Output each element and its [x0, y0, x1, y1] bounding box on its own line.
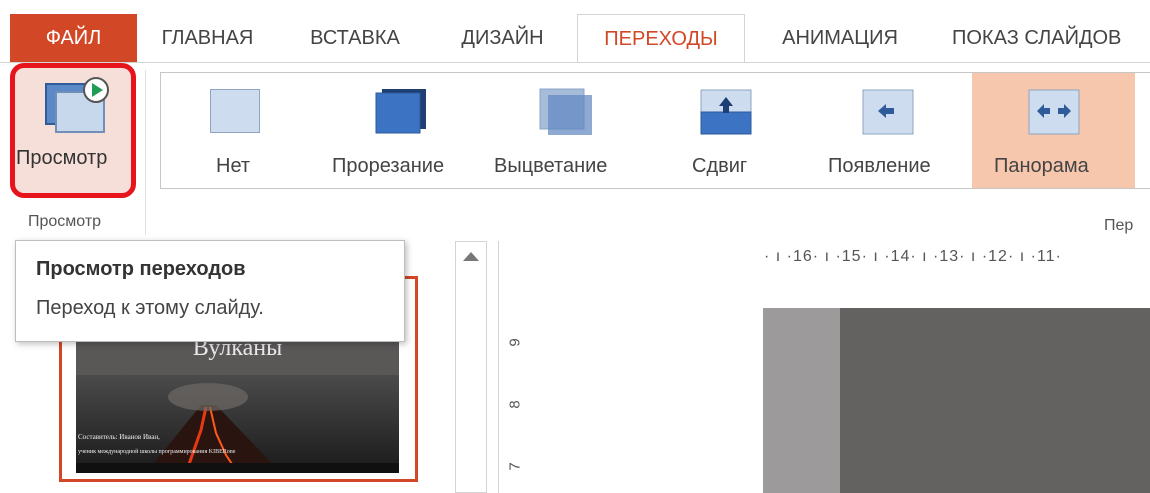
- transition-split[interactable]: Панорама: [972, 73, 1135, 188]
- wipe-transition-icon: [862, 89, 914, 135]
- transition-fade[interactable]: Выцветание: [492, 73, 638, 188]
- preview-button-label: Просмотр: [16, 147, 108, 169]
- transition-label: Сдвиг: [692, 155, 748, 177]
- tooltip-description: Переход к этому слайду.: [36, 297, 264, 319]
- tab-insert[interactable]: ВСТАВКА: [290, 14, 420, 62]
- thumbnail-subtitle: ученик международной школы программирова…: [78, 449, 236, 455]
- tab-home[interactable]: ГЛАВНАЯ: [145, 14, 270, 62]
- preview-icon: [45, 77, 109, 133]
- group-separator: [145, 70, 146, 235]
- slides-scrollbar[interactable]: [455, 241, 487, 493]
- ruler-tick: 7: [506, 462, 524, 471]
- transition-label: Выцветание: [494, 155, 608, 177]
- ruler-tick: 9: [506, 338, 524, 347]
- cut-transition-icon: [375, 89, 426, 134]
- push-transition-icon: [700, 89, 752, 135]
- tab-slideshow[interactable]: ПОКАЗ СЛАЙДОВ: [940, 14, 1150, 62]
- transition-wipe[interactable]: Появление: [822, 73, 958, 188]
- thumbnail-author: Составитель: Иванов Иван,: [78, 433, 160, 441]
- transitions-group-label: Пер: [1104, 217, 1134, 234]
- preview-group-label: Просмотр: [28, 213, 102, 230]
- transition-none[interactable]: Нет: [178, 73, 294, 188]
- tooltip-title: Просмотр переходов: [36, 258, 246, 280]
- volcano-image: [76, 375, 399, 473]
- split-transition-icon: [1028, 89, 1080, 135]
- transition-label: Панорама: [994, 155, 1089, 177]
- slide-side-strip: [763, 308, 840, 493]
- tab-animation[interactable]: АНИМАЦИЯ: [755, 14, 925, 62]
- scroll-up-arrow-icon[interactable]: [463, 252, 479, 261]
- transition-cut[interactable]: Прорезание: [326, 73, 474, 188]
- tab-design[interactable]: ДИЗАЙН: [440, 14, 565, 62]
- tab-file[interactable]: ФАЙЛ: [10, 14, 137, 62]
- tooltip: [15, 240, 405, 342]
- transition-label: Прорезание: [332, 155, 445, 177]
- transition-label: Появление: [828, 155, 931, 177]
- horizontal-ruler: · ı ·16· ı ·15· ı ·14· ı ·13· ı ·12· ı ·…: [764, 248, 1062, 265]
- fade-transition-icon: [539, 88, 592, 135]
- vertical-ruler: 9 8 7: [505, 300, 531, 490]
- none-transition-icon: [210, 89, 260, 133]
- tab-transitions[interactable]: ПЕРЕХОДЫ: [577, 14, 745, 63]
- transition-label: Нет: [216, 155, 251, 177]
- transition-push[interactable]: Сдвиг: [668, 73, 788, 188]
- ruler-tick: 8: [506, 400, 524, 409]
